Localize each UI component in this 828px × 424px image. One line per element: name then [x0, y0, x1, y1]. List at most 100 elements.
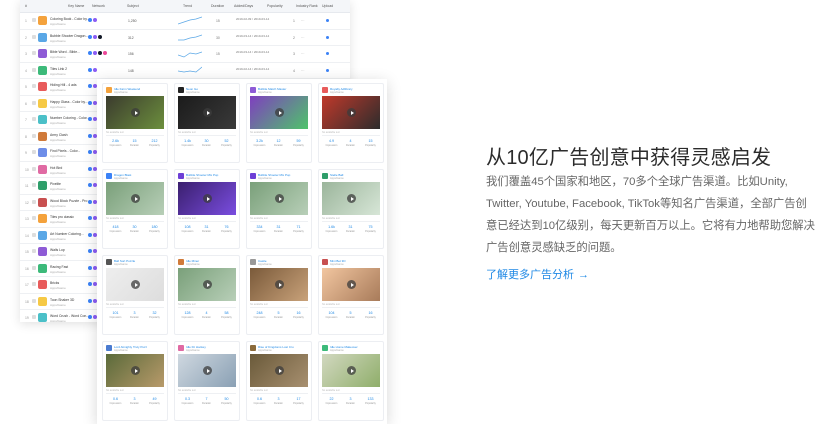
favorite-icon[interactable] [32, 282, 36, 286]
play-icon[interactable] [203, 366, 212, 375]
network-icon [98, 51, 102, 55]
favorite-icon[interactable] [32, 100, 36, 105]
app-name[interactable]: Toon Shaker 3D [50, 298, 90, 302]
video-thumbnail[interactable] [250, 96, 308, 129]
favorite-icon[interactable] [32, 298, 36, 303]
app-name[interactable]: Word Crush - Word Con... [50, 314, 90, 318]
video-thumbnail[interactable] [106, 182, 164, 215]
favorite-icon[interactable] [32, 18, 36, 22]
play-icon[interactable] [203, 280, 212, 289]
ad-creative-card[interactable]: Dragon Blast Apps/Game No available text 41… [102, 169, 168, 249]
favorite-icon[interactable] [32, 150, 36, 154]
app-name[interactable]: Find Pixels - Color... [50, 149, 90, 153]
favorite-icon[interactable] [32, 183, 36, 187]
more-icon[interactable]: ⋯ [301, 19, 304, 23]
play-icon[interactable] [131, 366, 140, 375]
favorite-icon[interactable] [32, 199, 36, 204]
table-row[interactable]: 3 Bible Word - Bible... Apps/Game 156 15 2019… [20, 46, 350, 63]
play-icon[interactable] [275, 108, 284, 117]
video-thumbnail[interactable] [322, 182, 380, 215]
play-icon[interactable] [347, 280, 356, 289]
play-icon[interactable] [347, 366, 356, 375]
play-icon[interactable] [203, 194, 212, 203]
ad-creative-card[interactable]: Castle Apps/Game No available text 248 5 16 Im… [246, 255, 312, 335]
video-thumbnail[interactable] [322, 96, 380, 129]
ad-creative-card[interactable]: Bubble Match Master Apps/Game No available… [246, 83, 312, 163]
app-name[interactable]: Art Number Coloring... [50, 232, 90, 236]
app-name[interactable]: Pixelite [50, 182, 90, 186]
favorite-icon[interactable] [32, 216, 36, 220]
video-thumbnail[interactable] [178, 354, 236, 387]
favorite-icon[interactable] [32, 249, 36, 253]
ad-creative-card[interactable]: Rise of Kingdoms Lost Cru Apps/Game No ava… [246, 341, 312, 421]
more-icon[interactable]: ⋯ [301, 52, 304, 56]
app-name[interactable]: Number Coloring - Color... [50, 116, 90, 120]
ad-creative-card[interactable]: Bubble Shooter Mix Pop Apps/Game No availa… [174, 169, 240, 249]
ad-creative-card[interactable]: Neon Go Apps/Game No available text 1.4k 30 5… [174, 83, 240, 163]
favorite-icon[interactable] [32, 34, 36, 39]
app-name[interactable]: Racing Fast [50, 265, 90, 269]
favorite-icon[interactable] [32, 67, 36, 72]
video-thumbnail[interactable] [250, 268, 308, 301]
ad-creative-card[interactable]: Idle Home Makeover Apps/Game No available … [318, 341, 384, 421]
ad-creative-card[interactable]: Royalty Adlibrary Apps/Game No available t… [318, 83, 384, 163]
app-name[interactable]: Happy Glass - Color by... [50, 100, 90, 104]
app-name[interactable]: Bible Word - Bible... [50, 50, 90, 54]
favorite-icon[interactable] [32, 232, 36, 237]
app-name[interactable]: Walls Lop [50, 248, 90, 252]
play-icon[interactable] [203, 108, 212, 117]
app-name[interactable]: Hiding Hill - 4 ads [50, 83, 90, 87]
play-icon[interactable] [275, 194, 284, 203]
ad-creative-card[interactable]: Bubble Shooter Mix Pop Apps/Game No availa… [246, 169, 312, 249]
video-thumbnail[interactable] [106, 268, 164, 301]
app-name[interactable]: Hot Bird [50, 166, 90, 170]
app-name[interactable]: Coloring Book - Color by... [50, 17, 90, 21]
ad-creative-card[interactable]: Idle Fit Hockey Apps/Game No available tex… [174, 341, 240, 421]
app-name[interactable]: Tiles pro classic [50, 215, 90, 219]
video-thumbnail[interactable] [322, 354, 380, 387]
stat-popularity: 17 [296, 397, 301, 401]
video-thumbnail[interactable] [178, 268, 236, 301]
app-name[interactable]: Tiles Link 2 [50, 67, 90, 71]
stat-impression: 2.6k [112, 139, 119, 143]
play-icon[interactable] [275, 280, 284, 289]
table-row[interactable]: 4 Tiles Link 2 Apps/Game 148 2019-02-14 / 20… [20, 63, 350, 79]
more-icon[interactable]: ⋯ [301, 36, 304, 40]
favorite-icon[interactable] [32, 84, 36, 88]
video-thumbnail[interactable] [178, 96, 236, 129]
ad-creative-card[interactable]: Idle Miner Apps/Game No available text 128 4… [174, 255, 240, 335]
play-icon[interactable] [131, 194, 140, 203]
table-row[interactable]: 1 Coloring Book - Color by... Apps/Game 1,2… [20, 13, 350, 30]
ad-creative-card[interactable]: Ball Sort Puzzle Apps/Game No available te… [102, 255, 168, 335]
favorite-icon[interactable] [32, 133, 36, 138]
ad-creative-card[interactable]: Stelle Ball Apps/Game No available text 1.6… [318, 169, 384, 249]
favorite-icon[interactable] [32, 51, 36, 55]
play-icon[interactable] [347, 194, 356, 203]
more-icon[interactable]: ⋯ [301, 69, 304, 73]
video-thumbnail[interactable] [106, 96, 164, 129]
favorite-icon[interactable] [32, 117, 36, 121]
learn-more-ad-analysis-link[interactable]: 了解更多广告分析 → [486, 266, 589, 282]
video-thumbnail[interactable] [250, 354, 308, 387]
row-number: 8 [25, 134, 27, 139]
favorite-icon[interactable] [32, 166, 36, 171]
video-thumbnail[interactable] [178, 182, 236, 215]
ad-creative-card[interactable]: Idle Farm Weekend Apps/Game No available t… [102, 83, 168, 163]
table-row[interactable]: 2 Bubble Shooter Dragon... Apps/Game 312 30 2… [20, 30, 350, 46]
video-thumbnail[interactable] [106, 354, 164, 387]
app-name[interactable]: Bricks [50, 281, 90, 285]
ad-creative-card[interactable]: Lord Almighty Truly Puzz Apps/Game No avai… [102, 341, 168, 421]
app-name[interactable]: Army Clash [50, 133, 90, 137]
favorite-icon[interactable] [32, 315, 36, 319]
ad-creative-card[interactable]: Mini Bet 3D Apps/Game No available text 104… [318, 255, 384, 335]
app-name[interactable]: Wood Block Puzzle - Pro [50, 199, 90, 203]
play-icon[interactable] [275, 366, 284, 375]
video-thumbnail[interactable] [250, 182, 308, 215]
industry-rank: 2 [293, 35, 295, 40]
app-name[interactable]: Bubble Shooter Dragon... [50, 34, 90, 38]
video-thumbnail[interactable] [322, 268, 380, 301]
play-icon[interactable] [131, 108, 140, 117]
play-icon[interactable] [347, 108, 356, 117]
favorite-icon[interactable] [32, 265, 36, 270]
play-icon[interactable] [131, 280, 140, 289]
